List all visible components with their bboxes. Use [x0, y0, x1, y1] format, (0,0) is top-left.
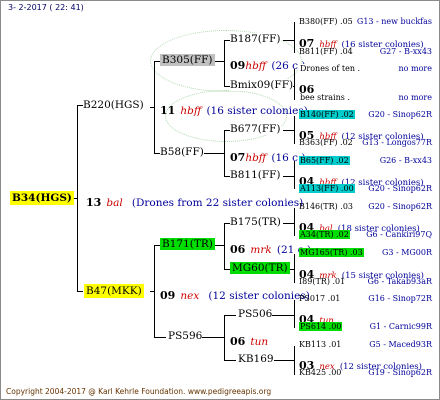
g4-bee[interactable]: bee strains . — [299, 93, 351, 102]
g4-origin: G20 - Sinop62R — [368, 184, 432, 193]
g1-bottom-generation-line: 09 nex (12 sister colonies) — [160, 284, 310, 303]
g2-a-generation-line: 09hbff (26 c.) — [230, 54, 305, 73]
g4-bee[interactable]: B363(FF) .02 — [299, 138, 353, 147]
g2-a-generation: 09 — [230, 59, 246, 72]
g4-bee[interactable]: I89(TR) .01 — [299, 277, 345, 286]
g4-bee[interactable]: A34(TR) .02 — [299, 230, 350, 239]
g3-a-bee[interactable]: B187(FF) — [230, 33, 281, 45]
g4-origin: G20 - Sinop62R — [368, 202, 432, 211]
g4-origin: no more — [398, 64, 432, 73]
g3-f-bee[interactable]: MG60(TR) — [230, 262, 290, 274]
g1-bottom-gen-code: nex — [180, 290, 200, 302]
g4-bee[interactable]: B65(FF) .02 — [299, 156, 350, 165]
g1-top-generation: 11 — [160, 104, 176, 117]
g4-origin: G19 - Sinop62R — [368, 368, 432, 377]
g4-origin: G27 - B-xx43 — [379, 47, 432, 56]
g4-origin: G6 - Cankiri97Q — [366, 230, 432, 239]
g2-c-bee[interactable]: B171(TR) — [160, 238, 215, 250]
g4-bee[interactable]: Drones of ten . — [299, 64, 362, 73]
g2-a-bee[interactable]: B305(FF) — [160, 54, 215, 66]
root-generation-line: 13 bal (Drones from 22 sister colonies) — [86, 191, 303, 210]
g2-d-gen-code: tun — [250, 336, 269, 348]
g4-bee[interactable]: B811(FF) .04 — [299, 47, 353, 56]
g3-c-bee[interactable]: B677(FF) — [230, 123, 281, 135]
g4-bee[interactable]: PS614 .00 — [299, 322, 343, 331]
g2-c-gen-code: mrk — [250, 244, 272, 256]
g3-b-bee[interactable]: Bmix09(FF) — [230, 79, 294, 91]
g3-g-bee[interactable]: PS506 — [238, 308, 273, 320]
root-generation: 13 — [86, 196, 102, 209]
g1-top-gen-code: hbff — [180, 105, 202, 117]
g4-origin: G3 - MG00R — [381, 248, 432, 257]
root-siblings: (Drones from 22 sister colonies) — [131, 197, 304, 209]
g4-origin: G5 - Maced93R — [369, 340, 432, 349]
g4-bee[interactable]: B146(TR) .03 — [299, 202, 353, 211]
g4-bee[interactable]: KB425 .00 — [299, 368, 341, 377]
copyright-footer: Copyright 2004-2017 @ Karl Kehrle Founda… — [6, 387, 272, 396]
g4-bee[interactable]: MG165(TR) .03 — [299, 248, 364, 257]
g2-d-bee[interactable]: PS596 — [168, 330, 203, 342]
g4-origin: G26 - B-xx43 — [379, 156, 432, 165]
g4-origin: G6 - Takab93aR — [367, 277, 432, 286]
g2-a-gen-code: hbff — [245, 60, 267, 72]
g2-c-generation: 06 — [230, 243, 246, 256]
g1-bottom-generation: 09 — [160, 289, 176, 302]
g4-origin: G13 - Longos77R — [362, 138, 432, 147]
g2-b-generation: 07 — [230, 151, 246, 164]
g3-h-bee[interactable]: KB169 — [238, 353, 274, 365]
g4-bee[interactable]: B380(FF) .05 — [299, 17, 353, 26]
g4-origin: no more — [398, 93, 432, 102]
g1-top-bee[interactable]: B220(HGS) — [83, 99, 144, 111]
report-timestamp: 3- 2-2017 ( 22: 41) — [8, 3, 84, 12]
g3-e-bee[interactable]: B175(TR) — [230, 216, 281, 228]
g2-b-gen-code: hbff — [245, 152, 267, 164]
g3-d-bee[interactable]: B811(FF) — [230, 169, 281, 181]
g4-origin: G1 - Carnic99R — [369, 322, 432, 331]
g4-bee[interactable]: B140(FF) .02 — [299, 110, 355, 119]
g2-b-bee[interactable]: B58(FF) — [160, 146, 204, 158]
root-gen-code: bal — [106, 197, 123, 209]
g1-bottom-siblings: (12 sister colonies) — [208, 290, 310, 302]
root-bee[interactable]: B34(HGS) — [10, 191, 74, 205]
g4-bee[interactable]: KB113 .01 — [299, 340, 341, 349]
g1-top-siblings: (16 sister colonies) — [206, 105, 308, 117]
g1-top-generation-line: 11 hbff (16 sister colonies) — [160, 99, 308, 118]
g2-d-generation: 06 — [230, 335, 246, 348]
g4-origin: G16 - Sinop72R — [368, 294, 432, 303]
g2-b-generation-line: 07hbff (16 c.) — [230, 146, 305, 165]
g4-bee[interactable]: PS017 .01 — [299, 294, 340, 303]
g4-origin: G13 - new buckfas — [356, 17, 432, 26]
g4-origin: G20 - Sinop62R — [368, 110, 432, 119]
g2-d-generation-line: 06 tun — [230, 330, 268, 349]
g1-bottom-bee[interactable]: B47(MKK) — [84, 284, 144, 298]
g4-bee[interactable]: A113(FF) .00 — [299, 184, 355, 193]
